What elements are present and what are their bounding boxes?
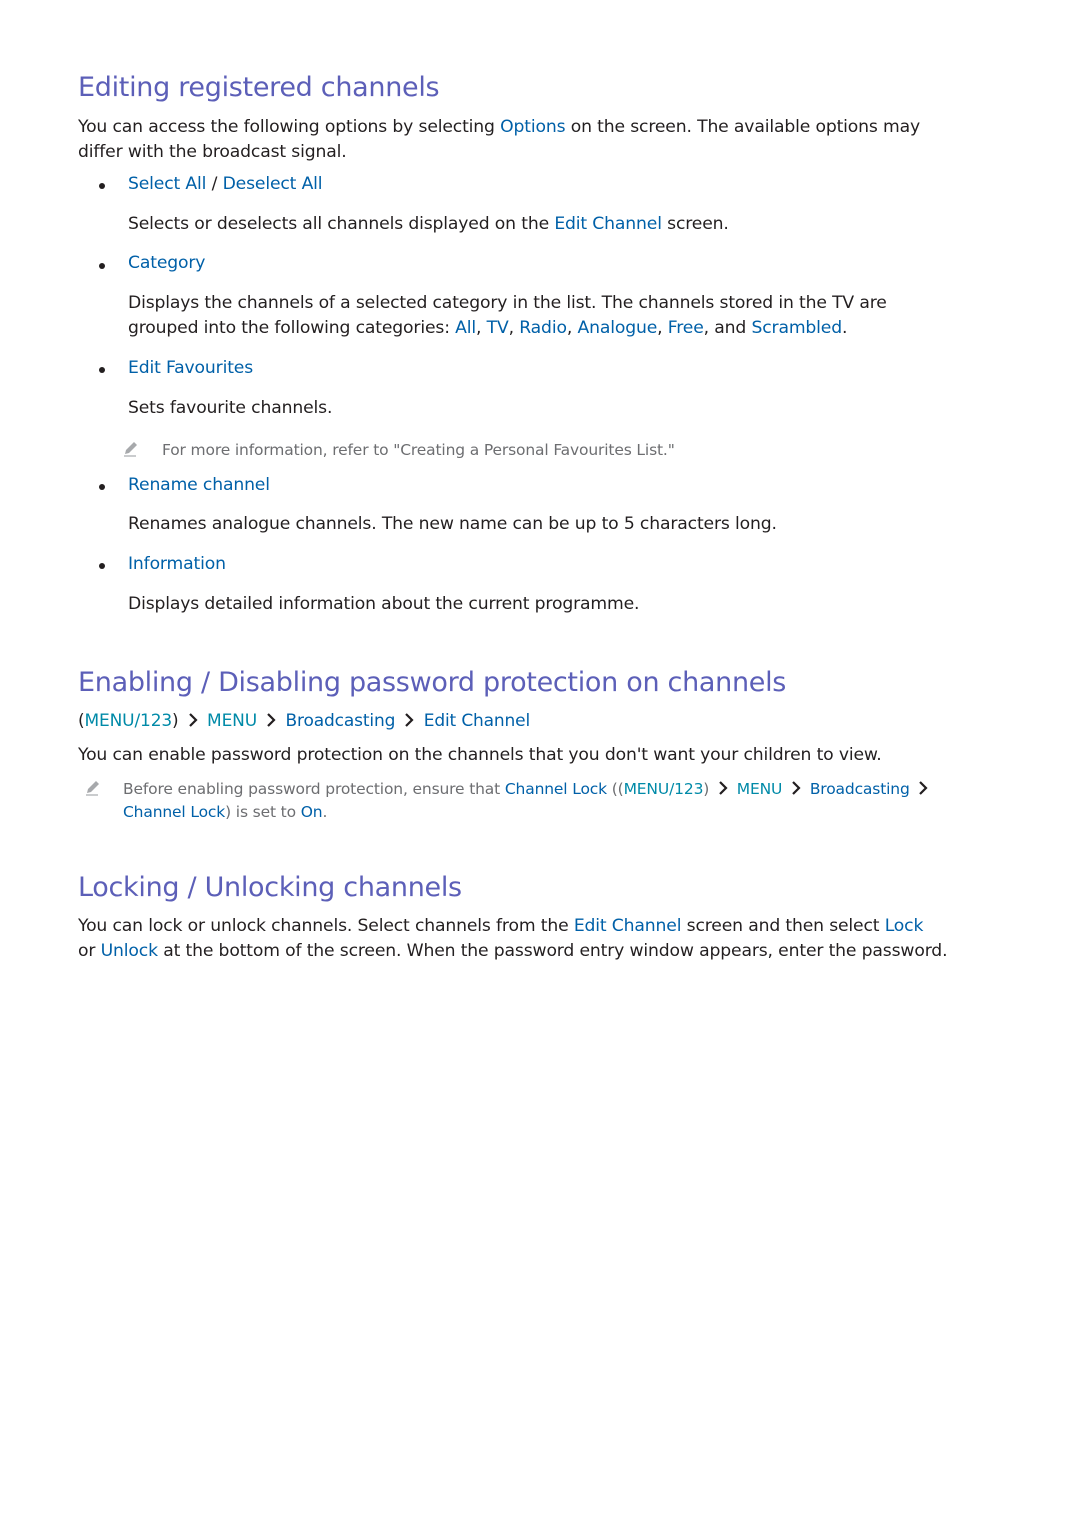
text: , and: [703, 318, 752, 338]
password-protection-body: You can enable password protection on th…: [78, 745, 882, 765]
pencil-icon: [86, 781, 99, 796]
category-tv[interactable]: TV: [487, 318, 509, 338]
category-analogue[interactable]: Analogue: [577, 318, 657, 338]
broadcasting-link[interactable]: Broadcasting: [286, 711, 396, 731]
section1-intro-line2: differ with the broadcast signal.: [78, 142, 347, 162]
section-title-password-protection: Enabling / Disabling password protection…: [78, 667, 787, 698]
password-note-line2: Channel Lock) is set to On.: [123, 800, 327, 826]
category-all[interactable]: All: [455, 318, 476, 338]
text: You can lock or unlock channels. Select …: [78, 916, 574, 936]
list-item-edit-favourites[interactable]: Edit Favourites: [128, 358, 253, 378]
text: ) is set to: [225, 803, 301, 821]
menu-link[interactable]: MENU: [737, 780, 783, 798]
chevron-right-icon: [792, 781, 801, 795]
section-title-editing-channels: Editing registered channels: [78, 72, 440, 103]
bullet-icon: [99, 367, 105, 373]
password-note-line1: Before enabling password protection, ens…: [123, 777, 932, 803]
chevron-right-icon: [919, 781, 928, 795]
text: screen.: [661, 214, 729, 234]
options-link[interactable]: Options: [500, 117, 565, 137]
favourites-note: For more information, refer to "Creating…: [162, 441, 675, 459]
text: .: [322, 803, 328, 821]
menu123-button[interactable]: MENU/123: [624, 780, 704, 798]
chevron-right-icon: [405, 713, 415, 727]
menu-path: (MENU/123) MENU Broadcasting Edit Channe…: [78, 709, 530, 735]
text: ): [172, 711, 179, 731]
bullet-icon: [99, 563, 105, 569]
on-value[interactable]: On: [301, 803, 323, 821]
text: on the screen. The available options may: [565, 117, 921, 137]
locking-body-line2: or Unlock at the bottom of the screen. W…: [78, 939, 948, 965]
separator: ,: [566, 318, 578, 338]
text: Selects or deselects all channels displa…: [128, 214, 555, 234]
text: You can access the following options by …: [78, 117, 501, 137]
unlock-link[interactable]: Unlock: [101, 941, 158, 961]
bullet-icon: [99, 183, 105, 189]
list-item-information[interactable]: Information: [128, 554, 226, 574]
separator: ,: [508, 318, 520, 338]
separator: /: [206, 174, 223, 194]
edit-channel-link[interactable]: Edit Channel: [554, 214, 662, 234]
text: ): [703, 780, 710, 798]
separator: ,: [657, 318, 668, 338]
text: .: [842, 318, 848, 338]
text: ((: [606, 780, 624, 798]
bullet-icon: [99, 484, 105, 490]
text: grouped into the following categories:: [128, 318, 456, 338]
menu123-button[interactable]: MENU/123: [84, 711, 172, 731]
category-radio[interactable]: Radio: [519, 318, 567, 338]
section1-intro: You can access the following options by …: [78, 115, 920, 141]
bullet-icon: [99, 263, 105, 269]
broadcasting-link[interactable]: Broadcasting: [810, 780, 910, 798]
chevron-right-icon: [719, 781, 728, 795]
category-description-line1: Displays the channels of a selected cate…: [128, 293, 887, 313]
channel-lock-link[interactable]: Channel Lock: [123, 803, 225, 821]
separator: ,: [476, 318, 487, 338]
select-all-description: Selects or deselects all channels displa…: [128, 212, 729, 238]
chevron-right-icon: [267, 713, 276, 727]
edit-channel-link[interactable]: Edit Channel: [424, 711, 530, 731]
category-scrambled[interactable]: Scrambled: [751, 318, 842, 338]
pencil-icon: [124, 442, 137, 457]
text: or: [78, 941, 101, 961]
menu-link[interactable]: MENU: [207, 711, 257, 731]
list-item-select-all: Select All / Deselect All: [128, 174, 323, 194]
locking-body-line1: You can lock or unlock channels. Select …: [78, 914, 923, 940]
list-item-category[interactable]: Category: [128, 253, 205, 273]
section-title-locking-channels: Locking / Unlocking channels: [78, 872, 462, 903]
deselect-all-link[interactable]: Deselect All: [223, 174, 323, 194]
chevron-right-icon: [189, 713, 198, 727]
text: at the bottom of the screen. When the pa…: [157, 941, 948, 961]
lock-link[interactable]: Lock: [885, 916, 924, 936]
channel-lock-link[interactable]: Channel Lock: [505, 780, 607, 798]
list-item-rename-channel[interactable]: Rename channel: [128, 475, 270, 495]
text: screen and then select: [681, 916, 885, 936]
edit-channel-link[interactable]: Edit Channel: [574, 916, 682, 936]
information-description: Displays detailed information about the …: [128, 594, 640, 614]
text: Before enabling password protection, ens…: [123, 780, 505, 798]
category-description-line2: grouped into the following categories: A…: [128, 316, 847, 342]
edit-favourites-description: Sets favourite channels.: [128, 398, 333, 418]
category-free[interactable]: Free: [668, 318, 704, 338]
rename-channel-description: Renames analogue channels. The new name …: [128, 514, 777, 534]
select-all-link[interactable]: Select All: [128, 174, 206, 194]
